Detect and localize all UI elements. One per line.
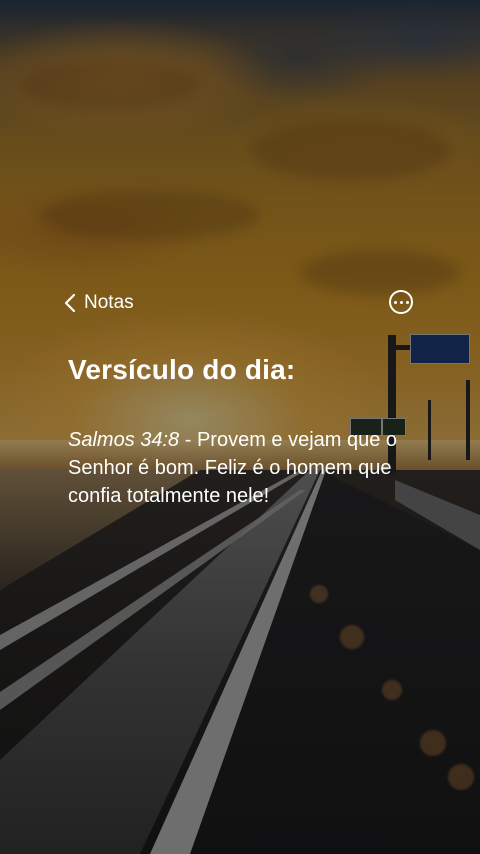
notes-screen: Notas Versículo do dia: Salmos 34:8 - Pr… <box>0 0 480 854</box>
more-options-button[interactable] <box>389 290 413 314</box>
note-title: Versículo do dia: <box>68 354 296 385</box>
verse-separator: - <box>179 429 197 451</box>
verse-text: Salmos 34:8 - Provem e vejam que o Senho… <box>68 426 428 510</box>
back-label: Notas <box>84 292 134 313</box>
back-button[interactable]: Notas <box>64 290 134 316</box>
verse-reference: Salmos 34:8 <box>68 429 180 451</box>
more-horizontal-circle-icon <box>392 300 410 304</box>
chevron-left-icon <box>64 293 76 313</box>
top-bar: Notas <box>0 286 480 320</box>
